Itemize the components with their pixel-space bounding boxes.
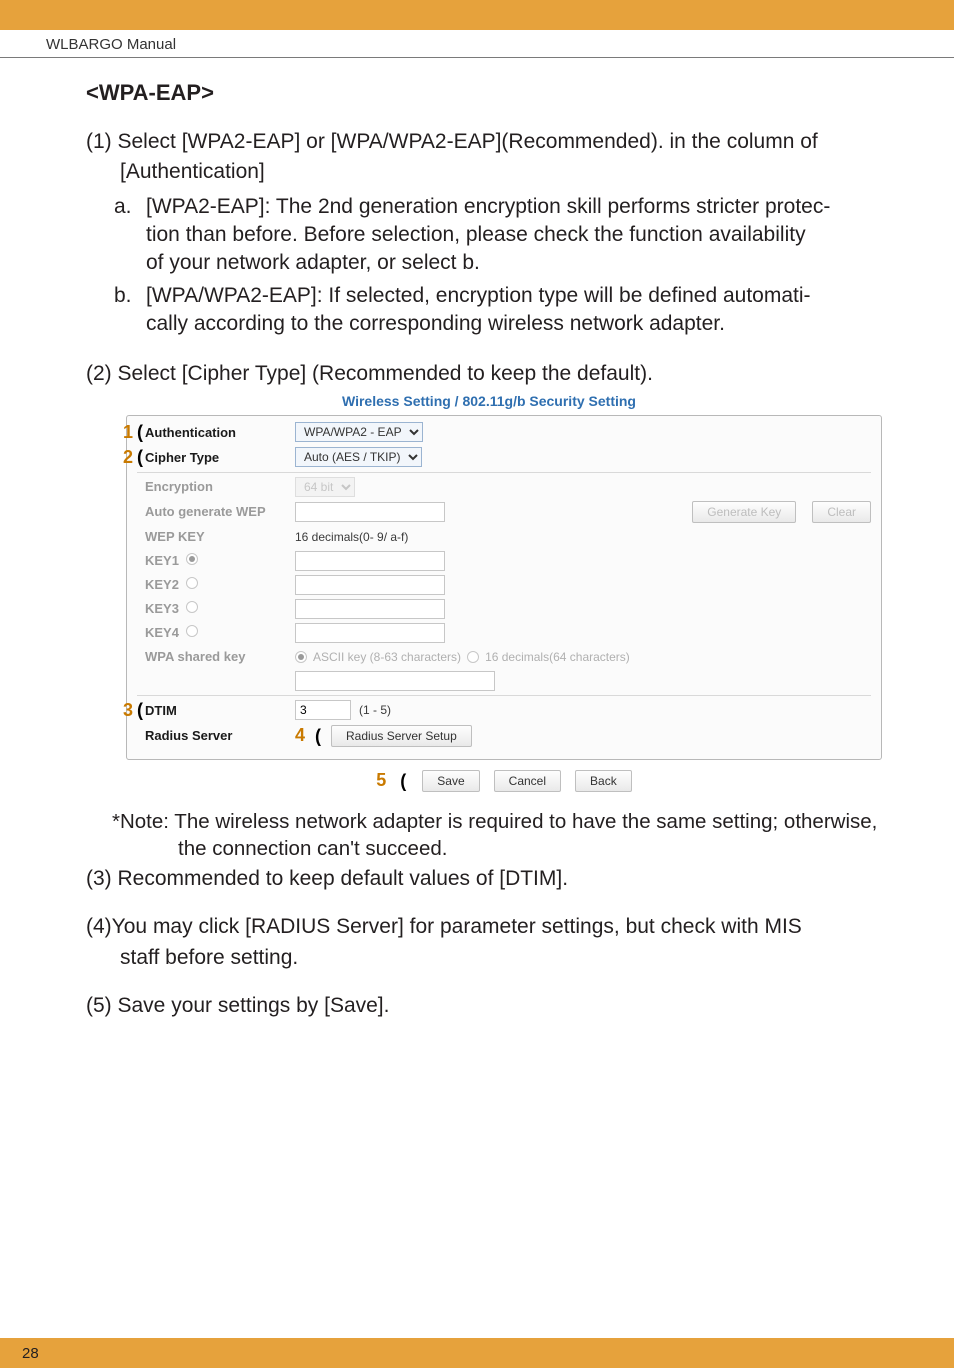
step4-l2: staff before setting.: [86, 944, 892, 972]
dtim-range: (1 - 5): [359, 703, 391, 717]
input-key4: [295, 623, 445, 643]
s1a-l2: tion than before. Before selection, plea…: [146, 221, 892, 249]
wpa-hex-text: 16 decimals(64 characters): [485, 650, 630, 664]
input-key3: [295, 599, 445, 619]
input-key2: [295, 575, 445, 595]
page-number: 28: [0, 1345, 39, 1362]
settings-panel: 1( Authentication WPA/WPA2 - EAP 2( Ciph…: [126, 415, 882, 760]
radio-key4: [186, 625, 198, 637]
callout-4: 4: [295, 725, 305, 746]
s1b-l2: cally according to the corresponding wir…: [146, 310, 892, 338]
footer-band: 28: [0, 1338, 954, 1368]
page-header: WLBARGO Manual: [0, 30, 954, 58]
step2: (2) Select [Cipher Type] (Recommended to…: [86, 360, 892, 388]
input-key1: [295, 551, 445, 571]
select-cipher[interactable]: Auto (AES / TKIP): [295, 447, 422, 467]
select-auth[interactable]: WPA/WPA2 - EAP: [295, 422, 423, 442]
step1-line1: (1) Select [WPA2-EAP] or [WPA/WPA2-EAP](…: [86, 128, 892, 156]
step5: (5) Save your settings by [Save].: [86, 992, 892, 1020]
btn-back[interactable]: Back: [575, 770, 632, 792]
lbl-wepkey: WEP KEY: [145, 529, 295, 544]
btn-save[interactable]: Save: [422, 770, 479, 792]
section-title: <WPA-EAP>: [86, 80, 892, 106]
btn-cancel[interactable]: Cancel: [494, 770, 561, 792]
note-l2: the connection can't succeed.: [86, 835, 892, 863]
step3: (3) Recommended to keep default values o…: [86, 865, 892, 893]
lbl-auth: Authentication: [145, 425, 295, 440]
radio-key3: [186, 601, 198, 613]
bullet-b: b.: [114, 282, 146, 339]
input-wpashared: [295, 671, 495, 691]
lbl-key3: KEY3: [145, 601, 295, 616]
btn-clear: Clear: [812, 501, 871, 523]
top-orange-band: [0, 0, 954, 30]
step1-line2: [Authentication]: [86, 158, 892, 186]
bullet-a: a.: [114, 193, 146, 278]
lbl-wpashared: WPA shared key: [145, 649, 295, 664]
lbl-cipher: Cipher Type: [145, 450, 295, 465]
callout-2: 2: [115, 447, 133, 468]
page-content: <WPA-EAP> (1) Select [WPA2-EAP] or [WPA/…: [0, 58, 954, 1020]
lbl-key4: KEY4: [145, 625, 295, 640]
input-dtim[interactable]: [295, 700, 351, 720]
s1b-l1: [WPA/WPA2-EAP]: If selected, encryption …: [146, 282, 892, 310]
input-autowep: [295, 502, 445, 522]
callout-5: 5: [376, 770, 386, 791]
step4-l1: (4)You may click [RADIUS Server] for par…: [86, 913, 892, 941]
radio-key1: [186, 553, 198, 565]
radio-wpa-hex: [467, 651, 479, 663]
wepkey-hint: 16 decimals(0- 9/ a-f): [295, 530, 408, 544]
radio-wpa-ascii: [295, 651, 307, 663]
note-l1: *Note: The wireless network adapter is r…: [86, 808, 892, 836]
lbl-radius: Radius Server: [145, 728, 295, 743]
figure-title: Wireless Setting / 802.11g/b Security Se…: [86, 393, 892, 409]
lbl-key1: KEY1: [145, 553, 295, 568]
lbl-dtim: DTIM: [145, 703, 295, 718]
radio-key2: [186, 577, 198, 589]
lbl-autowep: Auto generate WEP: [145, 504, 295, 519]
select-encryption: 64 bit: [295, 477, 355, 497]
s1a-l3: of your network adapter, or select b.: [146, 249, 892, 277]
manual-title: WLBARGO Manual: [46, 36, 176, 53]
wpa-ascii-text: ASCII key (8-63 characters): [313, 650, 461, 664]
btn-generate-key: Generate Key: [692, 501, 796, 523]
s1a-l1: [WPA2-EAP]: The 2nd generation encryptio…: [146, 193, 892, 221]
callout-3: 3: [115, 700, 133, 721]
lbl-key2: KEY2: [145, 577, 295, 592]
btn-radius-setup[interactable]: Radius Server Setup: [331, 725, 472, 747]
callout-1: 1: [115, 422, 133, 443]
lbl-encryption: Encryption: [145, 479, 295, 494]
